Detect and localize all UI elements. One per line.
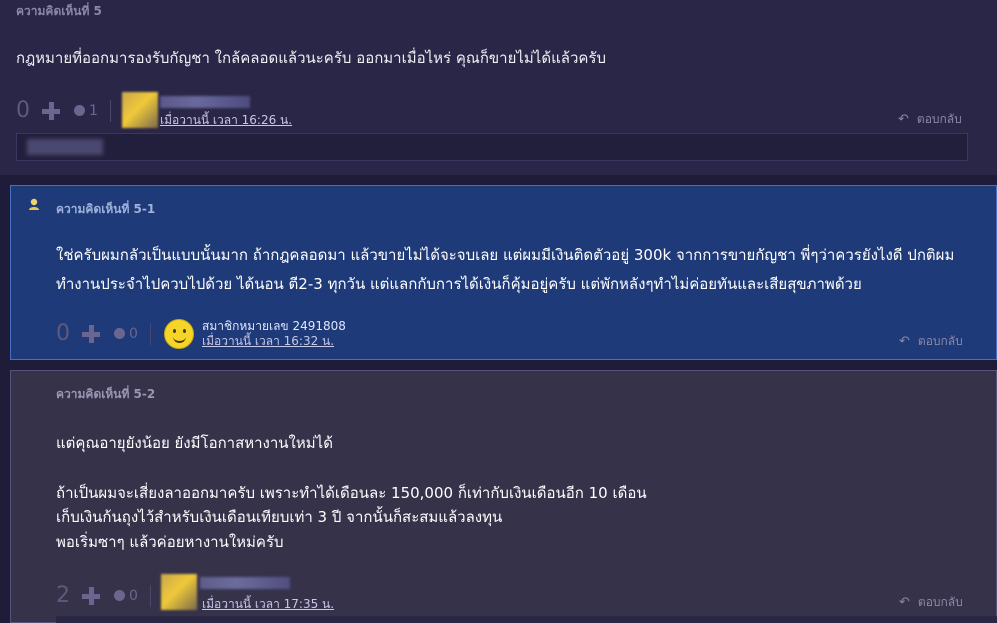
comment-text: กฎหมายที่ออกมารองรับกัญชา ใกล้คลอดแล้วนะ… (16, 49, 606, 67)
reply-label: ตอบกลับ (916, 112, 962, 126)
comment-thread: ความคิดเห็นที่ 5 กฎหมายที่ออกมารองรับกัญ… (0, 0, 997, 623)
emotion-button[interactable]: 0 (114, 326, 138, 342)
emotion-button[interactable]: 1 (74, 103, 98, 119)
comment-text-line: ถ้าเป็นผมจะเสี่ยงลาออกมาครับ เพราะทำได้เ… (56, 484, 647, 502)
emotion-button[interactable]: 0 (114, 588, 138, 604)
comment-text-line: แต่คุณอายุยังน้อย ยังมีโอกาสหางานใหม่ได้ (56, 434, 333, 452)
plus-icon[interactable] (42, 101, 60, 120)
comment-text-line: ใช่ครับผมกลัวเป็นแบบนั้นมาก ถ้ากฎคลอดมา … (56, 246, 955, 264)
reply-arrow-icon: ↶ (899, 334, 910, 349)
reply-button[interactable]: ↶ ตอบกลับ (899, 593, 963, 612)
member-icon (29, 198, 39, 210)
username[interactable] (160, 96, 250, 108)
reply-label: ตอบกลับ (917, 595, 963, 609)
plus-icon[interactable] (82, 586, 100, 605)
reply-arrow-icon: ↶ (898, 112, 909, 127)
reply-preview-box (56, 616, 997, 623)
comment-text-line: พอเริ่มซาๆ แล้วค่อยหางานใหม่ครับ (56, 533, 284, 551)
vote-bar: 0 0 (56, 321, 151, 346)
timestamp-link[interactable]: เมื่อวานนี้ เวลา 16:26 น. (160, 111, 292, 130)
reply-button[interactable]: ↶ ตอบกลับ (898, 110, 962, 129)
comment-label: ความคิดเห็นที่ 5 (16, 4, 102, 18)
avatar[interactable] (122, 92, 158, 128)
comment-label: ความคิดเห็นที่ 5-2 (56, 387, 156, 401)
reply-preview-box[interactable] (16, 133, 968, 161)
emotion-count: 1 (89, 102, 98, 119)
timestamp-link[interactable]: เมื่อวานนี้ เวลา 16:32 น. (202, 332, 334, 351)
reply-button[interactable]: ↶ ตอบกลับ (899, 332, 963, 351)
emotion-count: 0 (129, 325, 138, 342)
comment-label: ความคิดเห็นที่ 5-1 (56, 202, 156, 216)
vote-count: 2 (56, 583, 70, 608)
emotion-icon (114, 328, 125, 339)
comment-5: ความคิดเห็นที่ 5 กฎหมายที่ออกมารองรับกัญ… (0, 0, 997, 175)
reply-label: ตอบกลับ (917, 334, 963, 348)
blurred-content (27, 139, 103, 155)
divider (149, 322, 151, 345)
comment-5-1: ความคิดเห็นที่ 5-1 ใช่ครับผมกลัวเป็นแบบน… (10, 185, 997, 360)
plus-icon[interactable] (82, 324, 100, 343)
comment-text-line: ทำงานประจำไปควบไปด้วย ได้นอน ตี2-3 ทุกวั… (56, 275, 862, 293)
reply-arrow-icon: ↶ (899, 595, 910, 610)
comment-text-line: เก็บเงินก้นถุงไว้สำหรับเงินเดือนเทียบเท่… (56, 508, 503, 526)
vote-bar: 0 1 (16, 98, 111, 123)
emotion-count: 0 (129, 587, 138, 604)
comment-5-2: ความคิดเห็นที่ 5-2 แต่คุณอายุยังน้อย ยัง… (10, 370, 997, 623)
emotion-icon (114, 590, 125, 601)
divider (109, 99, 111, 122)
comment-text: ใช่ครับผมกลัวเป็นแบบนั้นมาก ถ้ากฎคลอดมา … (56, 241, 976, 299)
emotion-icon (74, 105, 85, 116)
divider (149, 584, 151, 607)
avatar[interactable] (161, 574, 197, 610)
vote-count: 0 (56, 321, 70, 346)
vote-bar: 2 0 (56, 583, 151, 608)
smiley-avatar-icon[interactable] (164, 319, 194, 349)
username[interactable] (200, 577, 290, 589)
timestamp-link[interactable]: เมื่อวานนี้ เวลา 17:35 น. (202, 595, 334, 614)
vote-count: 0 (16, 98, 30, 123)
